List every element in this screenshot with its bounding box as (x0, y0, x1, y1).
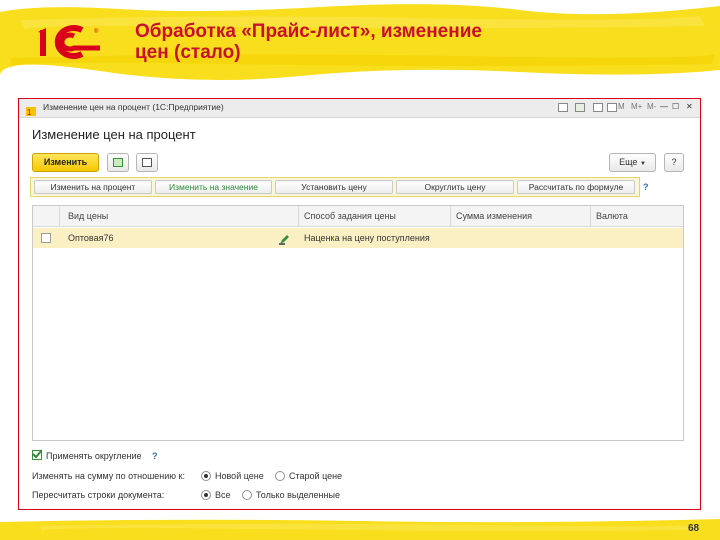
print-icon[interactable] (558, 103, 568, 112)
rounding-checkbox[interactable] (32, 449, 42, 460)
window-titlebar: 1 Изменение цен на процент (1С:Предприят… (19, 99, 700, 118)
row-checkbox[interactable] (41, 233, 51, 243)
radio-selected-only[interactable] (242, 490, 252, 500)
more-button[interactable]: Еще ▼ (609, 153, 656, 172)
radio-all-rows-label[interactable]: Все (215, 490, 231, 500)
form-title: Изменение цен на процент (32, 127, 196, 142)
svg-text:®: ® (94, 28, 99, 35)
change-relative-label: Изменять на сумму по отношению к: (32, 471, 185, 481)
help-button[interactable]: ? (664, 153, 684, 172)
cmd-set-price[interactable]: Установить цену (275, 180, 393, 194)
copy-button[interactable] (136, 153, 158, 172)
col-method[interactable]: Способ задания цены (304, 211, 396, 221)
footer-highlight-band (0, 516, 720, 540)
col-currency[interactable]: Валюта (596, 211, 628, 221)
cell-method: Наценка на цену поступления (304, 233, 430, 243)
calculator-icon[interactable] (607, 103, 617, 112)
svg-text:1: 1 (27, 108, 32, 116)
cmd-calc-formula[interactable]: Рассчитать по формуле (517, 180, 635, 194)
col-sum[interactable]: Сумма изменения (456, 211, 532, 221)
app-icon: 1 (26, 103, 36, 117)
copy-icon (142, 158, 152, 167)
slide-title: Обработка «Прайс-лист», изменение цен (с… (135, 21, 535, 63)
recalc-label: Пересчитать строки документа: (32, 490, 165, 500)
memory-button[interactable]: M (618, 102, 625, 111)
edit-pencil-icon[interactable] (279, 232, 290, 245)
cmd-change-value[interactable]: Изменить на значение (155, 180, 272, 194)
stack-green-icon (113, 158, 123, 167)
calendar-icon[interactable] (593, 103, 603, 112)
1c-logo: ® (36, 22, 108, 67)
slide-title-line-1: Обработка «Прайс-лист», изменение (135, 21, 482, 42)
radio-all-rows[interactable] (201, 490, 211, 500)
maximize-button[interactable]: ☐ (672, 102, 679, 111)
cmd-change-percent[interactable]: Изменить на процент (34, 180, 152, 194)
checkmark-icon (32, 449, 42, 459)
page-number: 68 (688, 523, 700, 534)
rounding-help[interactable]: ? (152, 451, 158, 461)
close-button[interactable]: ✕ (686, 102, 693, 111)
radio-new-price[interactable] (201, 471, 211, 481)
cell-price-type: Оптовая76 (68, 233, 114, 243)
col-price-type[interactable]: Вид цены (68, 211, 108, 221)
change-button[interactable]: Изменить (32, 153, 99, 172)
memory-plus-button[interactable]: M+ (631, 102, 642, 111)
radio-selected-only-label[interactable]: Только выделенные (256, 490, 340, 500)
chevron-down-icon: ▼ (639, 161, 646, 167)
radio-new-price-label[interactable]: Новой цене (215, 471, 264, 481)
cmd-round-price[interactable]: Округлить цену (396, 180, 514, 194)
table-header: Вид цены Способ задания цены Сумма измен… (33, 206, 683, 227)
table-row[interactable]: Оптовая76 Наценка на цену поступления (33, 228, 683, 248)
memory-minus-button[interactable]: M- (647, 102, 656, 111)
save-settings-button[interactable] (107, 153, 129, 172)
footer-stroke-art (0, 519, 720, 540)
rounding-label: Применять округление (46, 451, 142, 461)
commands-help[interactable]: ? (643, 182, 649, 192)
command-bar: Изменить на процент Изменить на значение… (30, 177, 640, 197)
copy-link-icon[interactable] (575, 103, 585, 112)
price-table: Вид цены Способ задания цены Сумма измен… (32, 205, 684, 441)
app-window: 1 Изменение цен на процент (1С:Предприят… (18, 98, 701, 510)
window-title: Изменение цен на процент (1С:Предприятие… (43, 102, 224, 112)
slide-title-line-2: цен (стало) (135, 42, 241, 63)
more-label: Еще (619, 157, 638, 167)
radio-old-price-label[interactable]: Старой цене (289, 471, 342, 481)
radio-old-price[interactable] (275, 471, 285, 481)
minimize-button[interactable]: — (660, 102, 668, 111)
